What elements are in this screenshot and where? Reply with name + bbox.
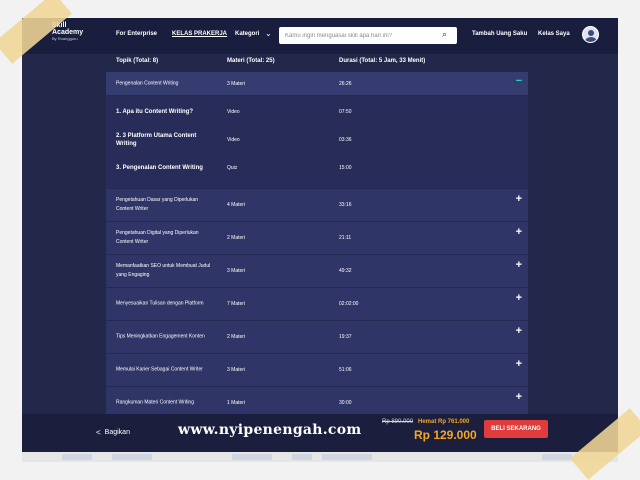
topic-durasi: 02:02:00 [339, 301, 359, 307]
share-label: Bagikan [104, 429, 130, 436]
topic-title: Memanfaatkan SEO untuk Membuat Judul yan… [116, 263, 211, 278]
expand-icon[interactable]: + [516, 227, 522, 238]
share-button[interactable]: < Bagikan [96, 428, 130, 437]
logo-line2: Academy [52, 29, 84, 36]
nav-kelas-prakerja[interactable]: KELAS PRAKERJA [172, 31, 227, 37]
taskbar-item[interactable] [292, 454, 312, 460]
header-materi: Materi (Total: 25) [227, 58, 275, 64]
header-topik: Topik (Total: 8) [116, 58, 159, 64]
search-input[interactable] [279, 27, 457, 44]
topic-durasi: 26:26 [339, 80, 352, 87]
nav-tambah-uang-saku[interactable]: Tambah Uang Saku [472, 31, 527, 37]
expand-icon[interactable]: + [516, 260, 522, 271]
expand-icon[interactable]: + [516, 359, 522, 370]
topic-row-expanded[interactable]: Pengenalan Content Writing 3 Materi 26:2… [106, 72, 528, 96]
topic-materi: 2 Materi [227, 334, 246, 340]
watermark-text: www.nyipenengah.com [178, 422, 362, 438]
nav-kelas-saya[interactable]: Kelas Saya [538, 31, 570, 37]
search-icon[interactable]: ⌕ [442, 29, 447, 40]
topic-title: Tips Meningkatkan Engagement Konten [116, 333, 205, 340]
topic-title: Pengetahuan Digital yang Diperlukan Cont… [116, 230, 199, 245]
topic-durasi: 51:06 [339, 367, 352, 373]
topic-durasi: 30:00 [339, 400, 352, 406]
topic-row[interactable]: Memulai Karier Sebagai Content Writer 3 … [106, 354, 528, 387]
curriculum-table: Topik (Total: 8) Materi (Total: 25) Dura… [106, 54, 528, 420]
topic-materi: 4 Materi [227, 202, 246, 208]
lesson-duration: 03:36 [339, 137, 352, 143]
taskbar-item[interactable] [232, 454, 272, 460]
topic-durasi: 33:16 [339, 202, 352, 208]
lesson-duration: 07:50 [339, 109, 352, 115]
topic-title: Pengetahuan Dasar yang Diperlukan Conten… [116, 197, 198, 212]
lesson-title: 1. Apa itu Content Writing? [116, 109, 193, 115]
topic-title: Pengenalan Content Writing [116, 80, 179, 86]
os-taskbar [22, 452, 618, 462]
taskbar-item[interactable] [112, 454, 152, 460]
purchase-bar: < Bagikan www.nyipenengah.com Rp 890.000… [22, 414, 618, 452]
expand-icon[interactable]: + [516, 194, 522, 205]
lesson-item[interactable]: 1. Apa itu Content Writing? Video 07:50 [106, 98, 528, 126]
topic-materi: 3 Materi [227, 268, 246, 274]
discount-text: Hemat Rp 761.000 [418, 419, 470, 425]
topic-row[interactable]: Menyesuaikan Tulisan dengan Platform 7 M… [106, 288, 528, 321]
current-price: Rp 129.000 [414, 428, 477, 442]
topic-title: Memulai Karier Sebagai Content Writer [116, 366, 203, 373]
lesson-type: Video [227, 137, 240, 143]
table-header: Topik (Total: 8) Materi (Total: 25) Dura… [106, 54, 528, 72]
taskbar-item[interactable] [322, 454, 372, 460]
lesson-item[interactable]: 3. Pengenalan Content Writing Quiz 15:00 [106, 154, 528, 182]
logo-line3: By Ruangguru [52, 36, 78, 41]
collapse-icon[interactable]: − [516, 76, 522, 87]
navbar: Skill Academy By Ruangguru For Enterpris… [22, 18, 618, 54]
topic-materi: 2 Materi [227, 235, 246, 241]
topic-materi: 7 Materi [227, 301, 246, 307]
taskbar-item[interactable] [542, 454, 572, 460]
expand-icon[interactable]: + [516, 392, 522, 403]
topic-row[interactable]: Tips Meningkatkan Engagement Konten 2 Ma… [106, 321, 528, 354]
expand-icon[interactable]: + [516, 293, 522, 304]
share-icon: < [96, 428, 101, 437]
expand-icon[interactable]: + [516, 326, 522, 337]
original-price: Rp 890.000 [382, 419, 414, 425]
lesson-title: 2. 3 Platform Utama Content Writing [116, 133, 197, 147]
topic-materi: 1 Materi [227, 400, 246, 406]
lesson-type: Video [227, 109, 240, 115]
topic-materi: 3 Materi [227, 367, 246, 373]
chevron-down-icon[interactable]: ⌄ [265, 29, 272, 38]
topic-title: Menyesuaikan Tulisan dengan Platform [116, 300, 204, 307]
topic-row[interactable]: Pengetahuan Digital yang Diperlukan Cont… [106, 222, 528, 255]
taskbar-item[interactable] [62, 454, 92, 460]
screenshot-frame: Skill Academy By Ruangguru For Enterpris… [22, 18, 618, 460]
topic-materi: 3 Materi [227, 80, 246, 87]
lesson-title: 3. Pengenalan Content Writing [116, 165, 203, 171]
header-durasi: Durasi (Total: 5 Jam, 33 Menit) [339, 58, 426, 64]
topic-title: Rangkuman Materi Content Writing [116, 399, 194, 406]
lesson-duration: 15:00 [339, 165, 352, 171]
topic-row[interactable]: Memanfaatkan SEO untuk Membuat Judul yan… [106, 255, 528, 288]
topic-durasi: 49:32 [339, 268, 352, 274]
lesson-item[interactable]: 2. 3 Platform Utama Content Writing Vide… [106, 126, 528, 154]
lesson-type: Quiz [227, 165, 238, 171]
topic-row[interactable]: Pengetahuan Dasar yang Diperlukan Conten… [106, 189, 528, 222]
nav-kategori[interactable]: Kategori [235, 31, 259, 37]
topic-durasi: 19:37 [339, 334, 352, 340]
nav-for-enterprise[interactable]: For Enterprise [116, 31, 157, 37]
avatar[interactable] [582, 26, 599, 43]
lesson-list: 1. Apa itu Content Writing? Video 07:50 … [106, 96, 528, 189]
buy-now-button[interactable]: BELI SEKARANG [484, 420, 548, 438]
topic-durasi: 21:11 [339, 235, 352, 241]
